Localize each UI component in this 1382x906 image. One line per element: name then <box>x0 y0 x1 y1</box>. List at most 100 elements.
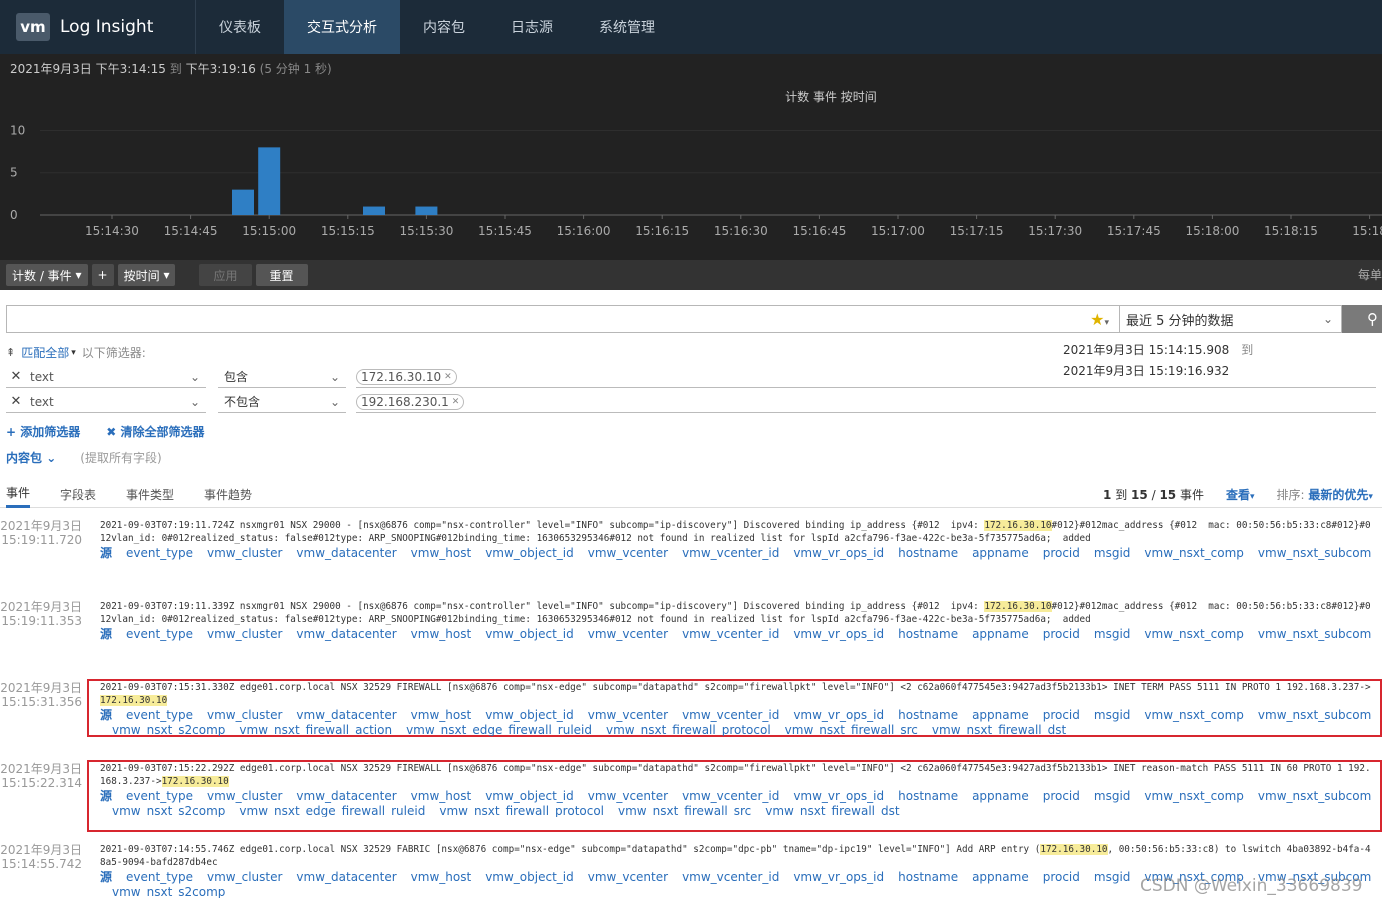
chart-bar[interactable] <box>363 206 385 215</box>
tab-event-trends[interactable]: 事件趋势 <box>204 480 252 508</box>
field-link[interactable]: vmw_nsxt_firewall_dst <box>932 724 1066 736</box>
field-link[interactable]: vmw_nsxt_firewall_src <box>785 724 918 736</box>
field-link[interactable]: vmw_vcenter <box>588 546 668 560</box>
field-link[interactable]: vmw_vcenter_id <box>682 870 779 884</box>
nav-interactive-analytics[interactable]: 交互式分析 <box>284 0 400 54</box>
add-series-button[interactable]: + <box>91 264 114 286</box>
filter-field-select[interactable]: ✕ text ⌄ <box>6 391 206 413</box>
field-link[interactable]: procid <box>1043 708 1080 722</box>
field-link[interactable]: vmw_cluster <box>207 870 282 884</box>
field-link[interactable]: msgid <box>1094 789 1131 803</box>
collapse-icon[interactable]: ⇞ <box>6 346 15 359</box>
field-link[interactable]: vmw_vcenter <box>588 789 668 803</box>
field-link[interactable]: vmw_object_id <box>485 870 574 884</box>
field-link[interactable]: vmw_nsxt_comp <box>1144 708 1244 722</box>
filter-value-input[interactable]: 172.16.30.10 ✕ <box>356 366 1376 388</box>
field-link[interactable]: vmw_nsxt_edge_firewall_ruleid <box>239 805 425 817</box>
apply-button[interactable]: 应用 <box>199 264 252 286</box>
field-link[interactable]: vmw_nsxt_subcomp <box>1258 708 1372 722</box>
field-link[interactable]: hostname <box>898 708 958 722</box>
event-text[interactable]: 2021-09-03T07:15:22.292Z edge01.corp.loc… <box>100 762 1372 788</box>
field-link[interactable]: vmw_datacenter <box>296 627 396 641</box>
field-link[interactable]: vmw_datacenter <box>296 546 396 560</box>
field-link[interactable]: vmw_datacenter <box>296 789 396 803</box>
field-link[interactable]: vmw_vr_ops_id <box>793 870 884 884</box>
field-link[interactable]: vmw_object_id <box>485 789 574 803</box>
field-link[interactable]: vmw_nsxt_firewall_protocol <box>606 724 771 736</box>
field-link[interactable]: vmw_host <box>411 789 472 803</box>
event-text[interactable]: 2021-09-03T07:15:31.330Z edge01.corp.loc… <box>100 681 1372 707</box>
field-link[interactable]: vmw_vcenter_id <box>682 708 779 722</box>
view-dropdown[interactable]: 查看▾ <box>1226 486 1255 503</box>
field-link[interactable]: event_type <box>126 627 193 641</box>
event-text[interactable]: 2021-09-03T07:19:11.724Z nsxmgr01 NSX 29… <box>100 519 1372 545</box>
field-link[interactable]: procid <box>1043 870 1080 884</box>
field-link[interactable]: vmw_datacenter <box>296 708 396 722</box>
field-link[interactable]: procid <box>1043 627 1080 641</box>
field-link[interactable]: hostname <box>898 789 958 803</box>
field-link[interactable]: vmw_nsxt_subcomp <box>1258 627 1372 641</box>
clear-filters-button[interactable]: ✖ 清除全部筛选器 <box>106 423 204 440</box>
field-link[interactable]: vmw_host <box>411 627 472 641</box>
field-link[interactable]: vmw_datacenter <box>296 870 396 884</box>
field-link[interactable]: vmw_cluster <box>207 546 282 560</box>
by-time-dropdown[interactable]: 按时间 ▾ <box>117 264 176 286</box>
field-link[interactable]: appname <box>972 546 1029 560</box>
event-text[interactable]: 2021-09-03T07:14:55.746Z edge01.corp.loc… <box>100 843 1372 869</box>
reset-button[interactable]: 重置 <box>255 264 308 286</box>
field-link[interactable]: vmw_host <box>411 870 472 884</box>
field-link[interactable]: msgid <box>1094 708 1131 722</box>
field-link[interactable]: vmw_nsxt_edge_firewall_ruleid <box>406 724 592 736</box>
field-link[interactable]: appname <box>972 870 1029 884</box>
filter-value-tag[interactable]: 192.168.230.1 ✕ <box>356 393 465 410</box>
field-link[interactable]: vmw_vcenter <box>588 627 668 641</box>
search-input[interactable]: ★▾ <box>6 305 1120 333</box>
field-link[interactable]: 源 <box>100 870 112 884</box>
event-text[interactable]: 2021-09-03T07:19:11.339Z nsxmgr01 NSX 29… <box>100 600 1372 626</box>
field-link[interactable]: vmw_vcenter <box>588 708 668 722</box>
field-link[interactable]: vmw_object_id <box>485 546 574 560</box>
field-link[interactable]: appname <box>972 627 1029 641</box>
field-link[interactable]: vmw_vr_ops_id <box>793 708 884 722</box>
field-link[interactable]: msgid <box>1094 627 1131 641</box>
filter-operator-select[interactable]: 包含 ⌄ <box>218 366 346 388</box>
field-link[interactable]: vmw_nsxt_firewall_dst <box>765 805 899 817</box>
field-link[interactable]: vmw_nsxt_s2comp <box>112 805 225 817</box>
field-link[interactable]: vmw_cluster <box>207 627 282 641</box>
field-link[interactable]: procid <box>1043 789 1080 803</box>
filter-value-input[interactable]: 192.168.230.1 ✕ <box>356 391 1376 413</box>
match-all-dropdown[interactable]: 匹配全部 <box>21 344 69 361</box>
app-logo[interactable]: vm Log Insight <box>0 0 196 54</box>
field-link[interactable]: vmw_nsxt_s2comp <box>112 886 225 898</box>
tag-close-icon[interactable]: ✕ <box>452 397 460 407</box>
content-pack-dropdown[interactable]: 内容包 ⌄ <box>6 449 56 466</box>
time-range-select[interactable]: 最近 5 分钟的数据 ⌄ <box>1120 305 1342 333</box>
add-filter-button[interactable]: + 添加筛选器 <box>6 423 80 440</box>
tab-event-types[interactable]: 事件类型 <box>126 480 174 508</box>
field-link[interactable]: vmw_nsxt_subcomp <box>1258 546 1372 560</box>
field-link[interactable]: vmw_vr_ops_id <box>793 546 884 560</box>
field-link[interactable]: 源 <box>100 546 112 560</box>
filter-value-tag[interactable]: 172.16.30.10 ✕ <box>356 368 457 385</box>
field-link[interactable]: 源 <box>100 708 112 722</box>
field-link[interactable]: vmw_cluster <box>207 789 282 803</box>
field-link[interactable]: event_type <box>126 870 193 884</box>
events-over-time-chart[interactable]: 0 5 10 15:14:30 15:14:45 15:15:00 15:15:15 15:1… <box>0 108 1382 260</box>
chart-bar[interactable] <box>232 189 254 215</box>
field-link[interactable]: event_type <box>126 789 193 803</box>
field-link[interactable]: msgid <box>1094 870 1131 884</box>
field-link[interactable]: vmw_vcenter_id <box>682 546 779 560</box>
field-link[interactable]: vmw_vcenter_id <box>682 627 779 641</box>
field-link[interactable]: vmw_nsxt_firewall_protocol <box>439 805 604 817</box>
tag-close-icon[interactable]: ✕ <box>444 372 452 382</box>
field-link[interactable]: vmw_nsxt_subcomp <box>1258 789 1372 803</box>
chart-bar[interactable] <box>415 206 438 215</box>
field-link[interactable]: vmw_host <box>411 546 472 560</box>
field-link[interactable]: 源 <box>100 627 112 641</box>
nav-content-packs[interactable]: 内容包 <box>400 0 488 54</box>
nav-log-sources[interactable]: 日志源 <box>488 0 576 54</box>
field-link[interactable]: hostname <box>898 627 958 641</box>
favorite-star-icon[interactable]: ★▾ <box>1090 310 1109 329</box>
remove-filter-icon[interactable]: ✕ <box>6 394 26 409</box>
field-link[interactable]: vmw_nsxt_firewall_action <box>239 724 392 736</box>
